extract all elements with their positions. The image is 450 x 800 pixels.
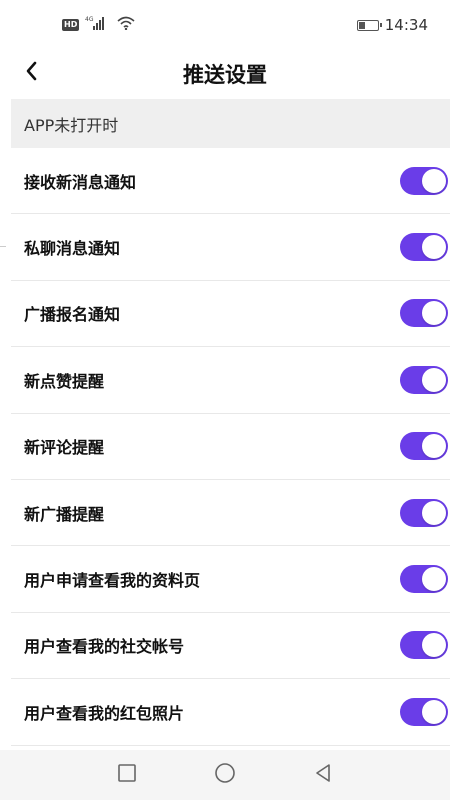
chevron-left-icon bbox=[24, 60, 38, 86]
toggle-knob bbox=[422, 567, 446, 592]
toggle-switch[interactable] bbox=[400, 299, 448, 328]
status-time: 14:34 bbox=[384, 16, 428, 34]
setting-row: 广播报名通知 bbox=[11, 281, 450, 348]
section-header: APP未打开时 bbox=[11, 99, 450, 148]
circle-icon bbox=[214, 762, 236, 788]
status-right: 14:34 bbox=[356, 16, 428, 34]
toggle-knob bbox=[422, 500, 446, 525]
setting-row: 用户查看我的社交帐号 bbox=[11, 613, 450, 680]
toggle-switch[interactable] bbox=[400, 498, 448, 527]
setting-label: 私聊消息通知 bbox=[24, 239, 121, 259]
toggle-knob bbox=[422, 235, 446, 260]
toggle-switch[interactable] bbox=[400, 166, 448, 195]
toggle-switch[interactable] bbox=[400, 365, 448, 394]
setting-label: 用户申请查看我的资料页 bbox=[24, 571, 201, 591]
setting-row: 用户申请查看我的资料页 bbox=[11, 546, 450, 613]
back-button[interactable] bbox=[16, 58, 46, 88]
recent-apps-button[interactable] bbox=[113, 761, 141, 789]
toggle-knob bbox=[422, 168, 446, 193]
triangle-back-icon bbox=[313, 763, 333, 787]
setting-label: 广播报名通知 bbox=[24, 305, 121, 325]
setting-label: 新评论提醒 bbox=[24, 438, 105, 458]
edge-divider bbox=[0, 246, 6, 247]
signal-icon: 4G bbox=[85, 15, 111, 35]
toggle-knob bbox=[422, 367, 446, 392]
status-left: HD 4G bbox=[62, 15, 135, 35]
setting-row: 新评论提醒 bbox=[11, 414, 450, 480]
setting-label: 新点赞提醒 bbox=[24, 371, 105, 391]
setting-label: 新广播提醒 bbox=[24, 504, 105, 524]
wifi-icon bbox=[117, 16, 135, 34]
settings-list: 接收新消息通知 私聊消息通知 广播报名通知 新点赞提醒 新评论提醒 新广播提醒 … bbox=[11, 148, 450, 746]
toggle-knob bbox=[422, 699, 446, 724]
header: 推送设置 bbox=[0, 50, 450, 98]
setting-label: 用户查看我的红包照片 bbox=[24, 703, 185, 723]
page-title: 推送设置 bbox=[183, 63, 267, 87]
setting-row: 用户查看我的红包照片 bbox=[11, 679, 450, 746]
back-nav-button[interactable] bbox=[309, 761, 337, 789]
toggle-switch[interactable] bbox=[400, 697, 448, 726]
setting-row: 接收新消息通知 bbox=[11, 148, 450, 215]
hd-badge: HD bbox=[62, 19, 80, 31]
toggle-knob bbox=[422, 633, 446, 658]
toggle-knob bbox=[422, 434, 446, 459]
battery-fill bbox=[358, 21, 366, 29]
toggle-knob bbox=[422, 301, 446, 326]
square-icon bbox=[117, 763, 137, 787]
status-bar: HD 4G 14:34 bbox=[0, 0, 450, 50]
battery-icon bbox=[356, 19, 382, 31]
setting-row: 新广播提醒 bbox=[11, 480, 450, 547]
setting-row: 新点赞提醒 bbox=[11, 347, 450, 414]
system-nav-bar bbox=[0, 750, 450, 800]
network-type-label: 4G bbox=[85, 16, 94, 23]
toggle-switch[interactable] bbox=[400, 233, 448, 262]
toggle-switch[interactable] bbox=[400, 631, 448, 660]
setting-label: 用户查看我的社交帐号 bbox=[24, 637, 185, 657]
setting-label: 接收新消息通知 bbox=[24, 172, 137, 192]
setting-row: 私聊消息通知 bbox=[11, 214, 450, 281]
toggle-switch[interactable] bbox=[400, 432, 448, 461]
section-title: APP未打开时 bbox=[24, 115, 119, 135]
home-button[interactable] bbox=[211, 761, 239, 789]
toggle-switch[interactable] bbox=[400, 565, 448, 594]
